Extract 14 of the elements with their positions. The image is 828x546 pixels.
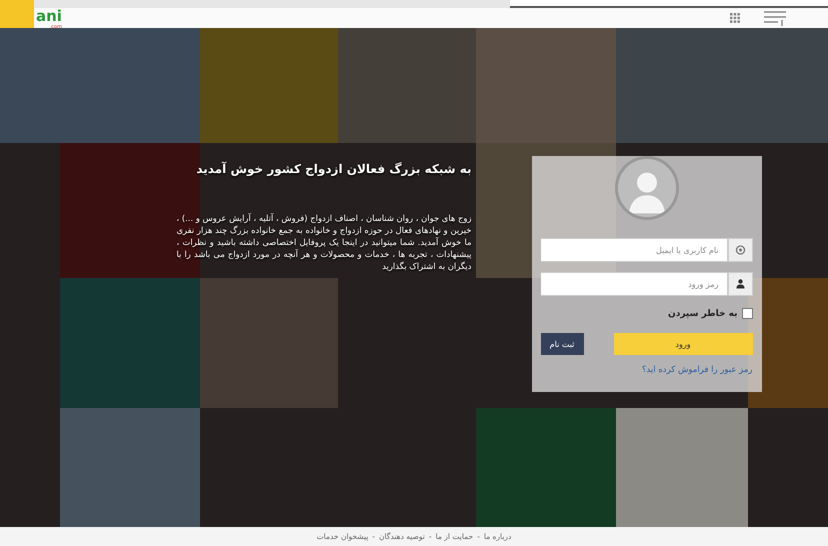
welcome-paragraph: زوج های جوان ، روان شناسان ، اصناف ازدواج (فروش ، آتلیه ، آرایش عروس و ...) ، خیرین و نهادهای فعال در حوزه ازدواج و خانواده به جمع خانواده بزرگ چند هزار نفری ما خوش آمدید. شما میتوانید در اینجا یک پروفایل اختصاصی داشته باشید و نظرات ، پیشنهادات ، تجربه ها ، خدمات و محصولات و هر آنچه در مورد ازدواج می باشد را با دیگران به اشتراک بگذارید bbox=[176, 212, 472, 272]
user-icon bbox=[728, 272, 752, 296]
forgot-password-link[interactable]: رمز عبور را فراموش کرده اید؟ bbox=[642, 365, 752, 375]
welcome-title: به شبکه بزرگ فعالان ازدواج کشور خوش آمدید bbox=[195, 162, 472, 176]
username-field[interactable]: نام کاربری یا ایمیل bbox=[540, 238, 728, 262]
at-sign-icon bbox=[728, 238, 752, 262]
remember-checkbox[interactable] bbox=[742, 308, 752, 319]
apps-grid-icon[interactable] bbox=[730, 13, 740, 23]
login-button[interactable]: ورود bbox=[614, 333, 752, 355]
remember-label: به خاطر سپردن bbox=[668, 308, 738, 318]
corner-marker bbox=[0, 0, 34, 30]
emblem-icon bbox=[762, 9, 788, 27]
register-button[interactable]: ثبت نام bbox=[540, 333, 584, 355]
password-field[interactable]: رمز ورود bbox=[540, 272, 728, 296]
